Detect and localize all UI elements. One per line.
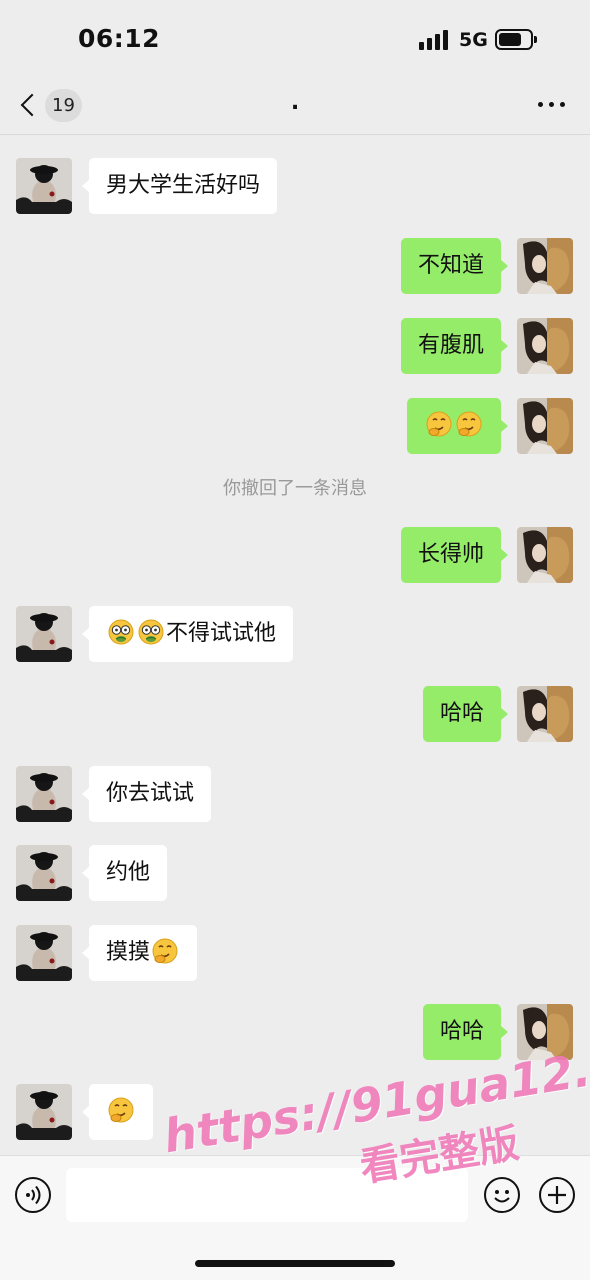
message-text: 有腹肌 xyxy=(417,333,484,358)
signal-icon xyxy=(419,30,449,50)
home-indicator[interactable] xyxy=(195,1260,395,1267)
battery-icon xyxy=(495,29,537,50)
thinking-emoji-icon xyxy=(151,937,179,965)
my-avatar[interactable] xyxy=(517,318,573,374)
message-bubble[interactable]: 有腹肌 xyxy=(400,318,509,374)
my-avatar[interactable] xyxy=(517,1004,573,1060)
message-text: 哈哈 xyxy=(439,701,484,726)
chat-title: . xyxy=(290,90,300,115)
my-avatar[interactable] xyxy=(517,398,573,454)
message-text: 不知道 xyxy=(417,253,484,278)
dizzy-emoji-icon xyxy=(107,618,135,646)
thinking-emoji-icon xyxy=(425,410,453,438)
message-bubble[interactable]: 约他 xyxy=(81,845,168,901)
my-avatar[interactable] xyxy=(517,686,573,742)
message-text: 约他 xyxy=(106,860,151,885)
message-text: 长得帅 xyxy=(417,542,484,567)
contact-avatar[interactable] xyxy=(16,606,72,662)
emoji-icon[interactable] xyxy=(484,1177,520,1213)
contact-avatar[interactable] xyxy=(16,925,72,981)
my-avatar[interactable] xyxy=(517,527,573,583)
dizzy-emoji-icon xyxy=(137,618,165,646)
chat-header: 19 . xyxy=(0,80,590,135)
message-input[interactable] xyxy=(66,1168,468,1222)
voice-icon[interactable] xyxy=(15,1177,51,1213)
status-bar: 06:12 5G xyxy=(0,0,590,80)
contact-avatar[interactable] xyxy=(16,158,72,214)
thinking-emoji-icon xyxy=(455,410,483,438)
message-bubble[interactable]: 你去试试 xyxy=(81,766,212,822)
add-icon[interactable] xyxy=(539,1177,575,1213)
contact-avatar[interactable] xyxy=(16,766,72,822)
message-bubble[interactable] xyxy=(82,1084,153,1140)
message-bubble[interactable] xyxy=(407,398,508,454)
message-bubble[interactable]: 哈哈 xyxy=(422,1004,509,1060)
message-text: 男大学生活好吗 xyxy=(106,173,261,198)
message-text: 你去试试 xyxy=(106,781,195,806)
status-time: 06:12 xyxy=(78,24,161,53)
message-text: 摸摸 xyxy=(106,940,151,965)
more-icon[interactable] xyxy=(536,100,566,110)
message-bubble[interactable]: 不得试试他 xyxy=(81,606,294,662)
message-bubble[interactable]: 摸摸 xyxy=(81,925,198,981)
message-bubble[interactable]: 长得帅 xyxy=(400,527,509,583)
contact-avatar[interactable] xyxy=(16,1084,72,1140)
recall-notice: 你撤回了一条消息 xyxy=(223,478,367,499)
contact-avatar[interactable] xyxy=(16,845,72,901)
message-bubble[interactable]: 哈哈 xyxy=(422,686,509,742)
message-bubble[interactable]: 男大学生活好吗 xyxy=(81,158,278,214)
message-text: 哈哈 xyxy=(439,1019,484,1044)
thinking-emoji-icon xyxy=(107,1096,135,1124)
message-text: 不得试试他 xyxy=(166,621,277,646)
network-type: 5G xyxy=(459,29,488,51)
message-bubble[interactable]: 不知道 xyxy=(400,238,509,294)
my-avatar[interactable] xyxy=(517,238,573,294)
